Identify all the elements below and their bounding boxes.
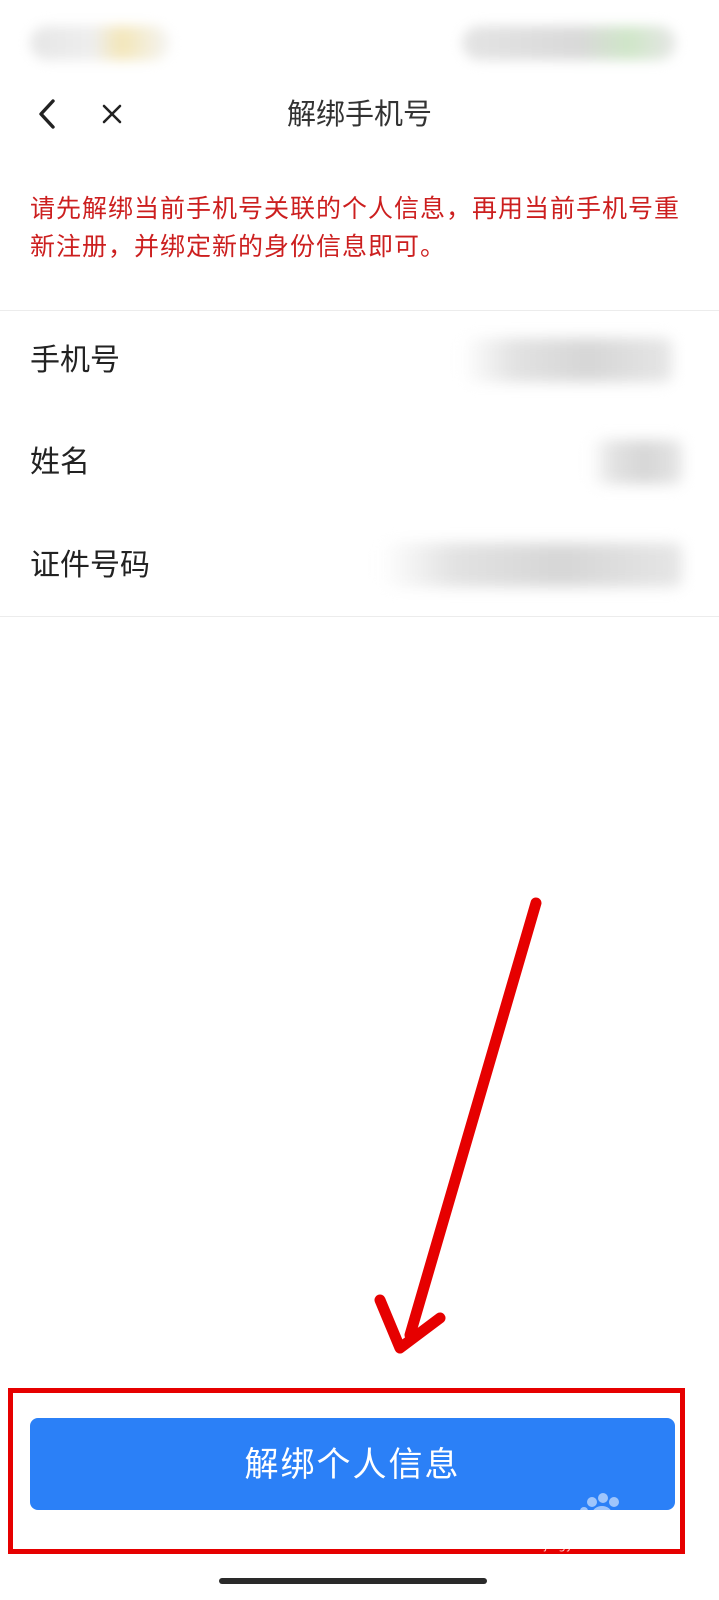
home-indicator[interactable] [219, 1578, 487, 1584]
name-value-blurred [590, 440, 682, 484]
divider [0, 616, 719, 617]
status-bar [0, 0, 719, 80]
status-bar-right-blurred [462, 26, 676, 60]
status-bar-left-blurred [30, 26, 170, 60]
watermark-url: jingyan.baidu.com [544, 1538, 655, 1552]
phone-value-blurred [462, 338, 672, 382]
info-row-name: 姓名 [0, 418, 719, 508]
info-label-id-number: 证件号码 [30, 548, 150, 583]
back-button[interactable] [28, 94, 68, 134]
navigation-bar: 解绑手机号 [0, 80, 719, 150]
info-row-phone: 手机号 [0, 316, 719, 406]
close-icon [102, 104, 122, 124]
info-row-id-number: 证件号码 [0, 521, 719, 611]
id-number-value-blurred [380, 543, 682, 587]
close-button[interactable] [92, 94, 132, 134]
warning-message: 请先解绑当前手机号关联的个人信息，再用当前手机号重新注册，并绑定新的身份信息即可… [30, 194, 681, 261]
info-label-name: 姓名 [30, 445, 90, 480]
app-screen: 解绑手机号 请先解绑当前手机号关联的个人信息，再用当前手机号重新注册，并绑定新的… [0, 0, 719, 1600]
divider [0, 310, 719, 311]
info-label-phone: 手机号 [30, 343, 120, 378]
chevron-left-icon [39, 99, 55, 129]
